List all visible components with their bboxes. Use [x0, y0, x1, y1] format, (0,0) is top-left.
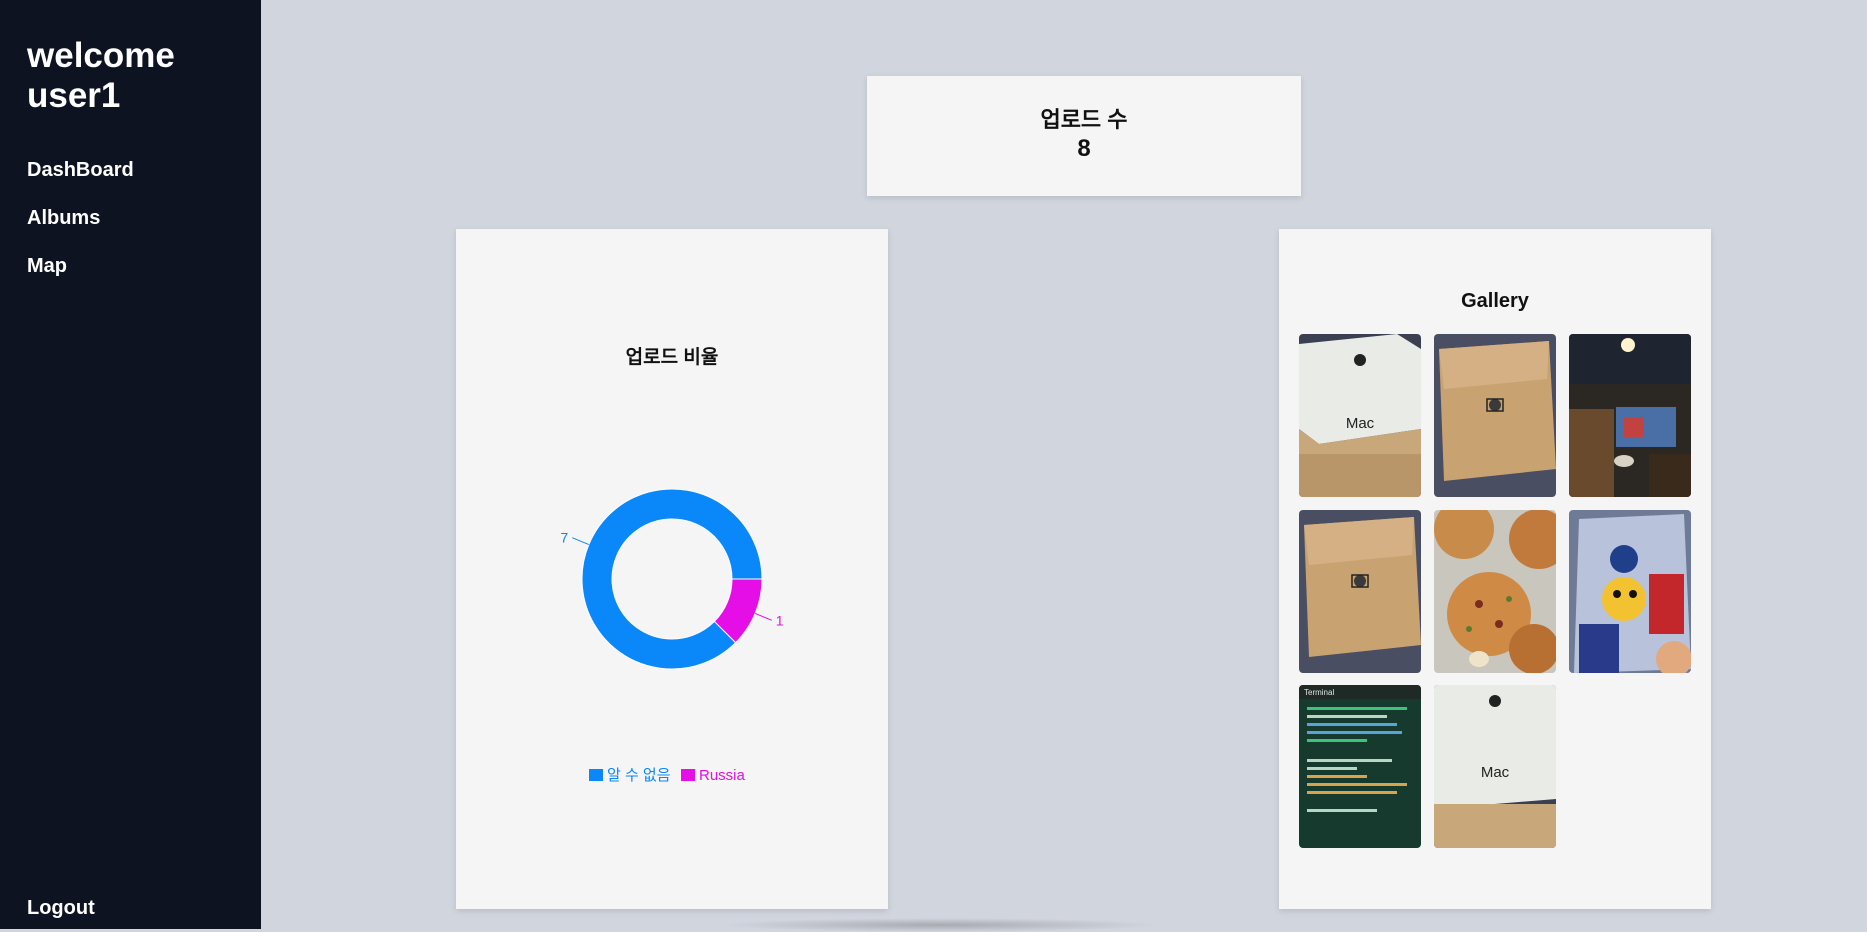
upload-ratio-card: 업로드 비율 7 1 알 수 없음 Russia: [456, 229, 888, 909]
mac-label-2: Mac: [1481, 764, 1510, 781]
gallery-photo-3[interactable]: [1569, 334, 1691, 497]
label-line-1: [572, 537, 590, 546]
gallery-photo-2[interactable]: [1434, 334, 1556, 497]
legend-swatch-2: [681, 769, 695, 781]
gallery-photo-4[interactable]: [1299, 510, 1421, 673]
sidebar-item-map[interactable]: Map: [27, 252, 134, 300]
upload-count-card: 업로드 수 8: [867, 76, 1301, 196]
upload-count-value: 8: [1077, 135, 1091, 162]
terminal-tab-label: Terminal: [1304, 688, 1334, 697]
data-label-1: 7: [560, 530, 568, 546]
gallery-photo-7[interactable]: Terminal: [1299, 685, 1421, 848]
upload-ratio-chart: 업로드 비율 7 1 알 수 없음 Russia: [560, 346, 784, 784]
gallery-photo-8[interactable]: Mac: [1434, 685, 1556, 848]
legend-label-1[interactable]: 알 수 없음: [607, 767, 671, 784]
gallery-photo-6[interactable]: [1569, 510, 1692, 677]
sidebar-item-albums[interactable]: Albums: [27, 204, 134, 252]
gallery-card: Gallery Mac Terminal Mac: [1279, 229, 1711, 909]
sidebar-item-dashboard[interactable]: DashBoard: [27, 156, 134, 204]
welcome-heading: welcome user1: [27, 36, 175, 115]
label-line-2: [754, 612, 772, 621]
gallery-photo-1[interactable]: Mac: [1299, 334, 1421, 497]
legend-label-2[interactable]: Russia: [699, 767, 746, 784]
upload-count-label: 업로드 수: [1040, 107, 1128, 132]
sidebar-nav: DashBoard Albums Map: [27, 156, 134, 300]
gallery-photo-5[interactable]: [1434, 499, 1569, 674]
chart-title: 업로드 비율: [626, 346, 719, 368]
data-label-2: 1: [776, 612, 784, 628]
bottom-shadow: [720, 918, 1160, 932]
legend-swatch-1: [589, 769, 603, 781]
sidebar: welcome user1 DashBoard Albums Map Logou…: [0, 0, 261, 929]
mac-label: Mac: [1346, 415, 1375, 432]
logout-button[interactable]: Logout: [27, 897, 95, 920]
gallery-grid: Mac Terminal Mac: [1299, 334, 1692, 848]
